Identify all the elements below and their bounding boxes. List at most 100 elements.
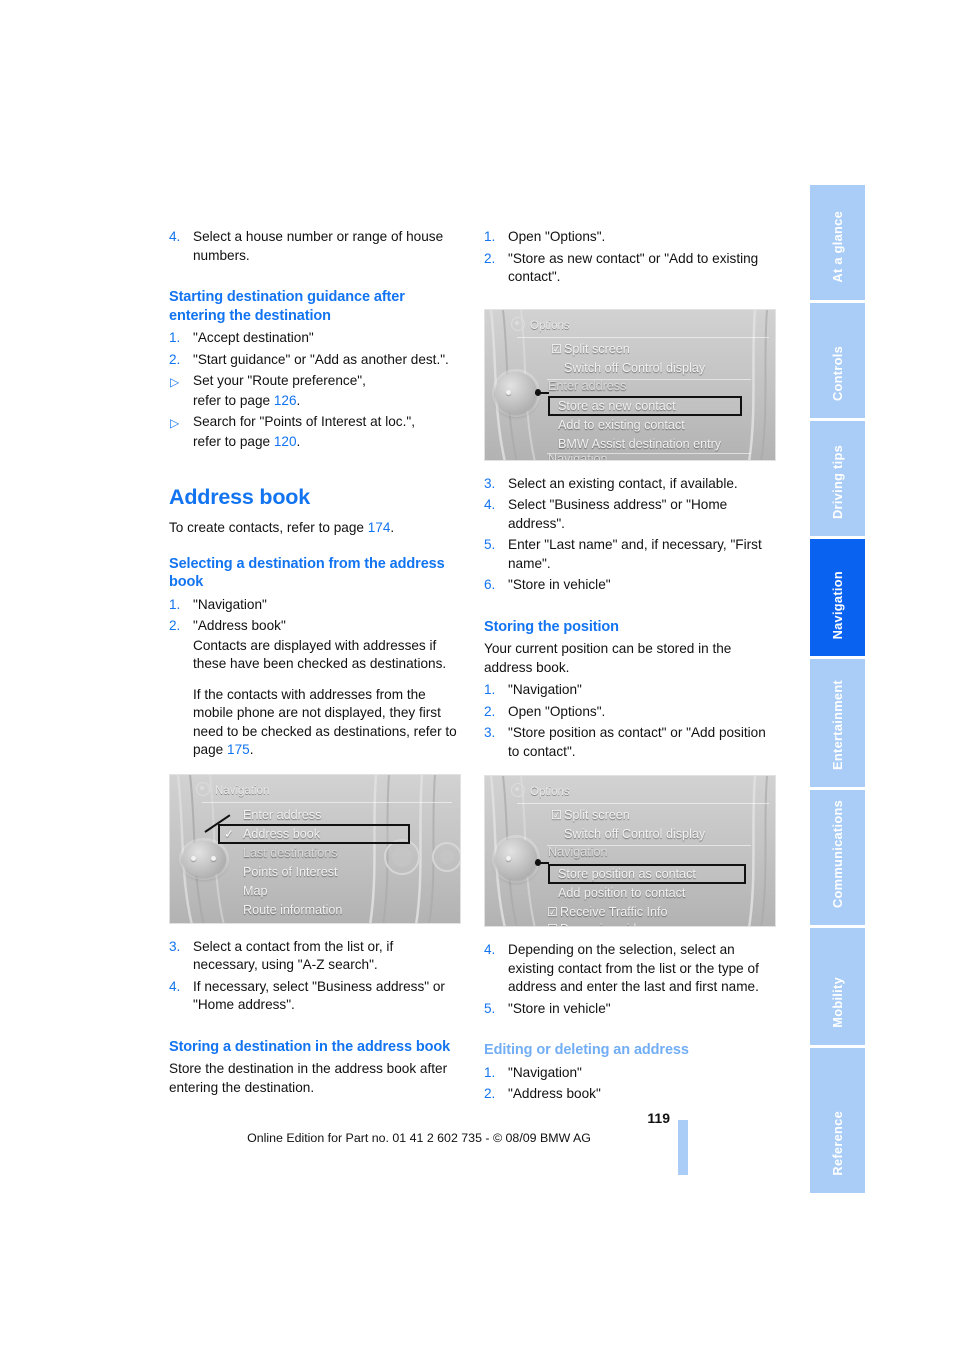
list-item-text: If necessary, select "Business address" …	[193, 978, 445, 1013]
list-item: 2. Open "Options".	[484, 703, 776, 722]
heading-selecting-destination: Selecting a destination from the address…	[169, 555, 445, 591]
tab-label-wrap: Driving tips	[810, 445, 865, 524]
menu-item-add-to-existing-contact[interactable]: Add to existing contact	[558, 417, 685, 434]
menu-item-enter-address[interactable]: Enter address	[243, 807, 321, 824]
menu-item-address-book[interactable]: Address book	[243, 826, 320, 843]
list-marker: 2.	[169, 618, 181, 633]
list-item: 2. "Start guidance" or "Add as another d…	[169, 351, 461, 370]
list-item-text: Select a house number or range of house …	[193, 229, 444, 263]
heading-editing-deleting-address: Editing or deleting an address	[484, 1042, 689, 1058]
list-item-text: Search for "Points of Interest at loc.",	[193, 414, 415, 429]
sidebar-tab-reference[interactable]: Reference	[810, 1048, 865, 1193]
tab-label-wrap: Controls	[810, 346, 865, 406]
tab-label-wrap: Communications	[810, 800, 865, 913]
menu-group-navigation: Navigation	[548, 845, 608, 859]
list-marker: 2.	[169, 351, 181, 367]
heading-storing-destination: Storing a destination in the address boo…	[169, 1038, 451, 1055]
list-item-text: "Navigation"	[508, 682, 582, 697]
screenshot-menu-list: Enter address ✓ Address book Last destin…	[170, 775, 460, 923]
menu-item-store-as-new-contact[interactable]: Store as new contact	[558, 398, 676, 415]
list-item-subtext: Contacts are displayed with addresses if…	[193, 637, 447, 672]
menu-item-points-of-interest[interactable]: Points of Interest	[243, 864, 338, 881]
sidebar-tab-communications[interactable]: Communications	[810, 790, 865, 925]
menu-item-split-screen[interactable]: Split screen	[564, 341, 630, 358]
left-column: 4. Select a house number or range of hou…	[169, 228, 461, 1101]
refer-text: refer to page	[193, 392, 274, 408]
list-marker: 2.	[484, 703, 496, 719]
menu-item-switch-off-control-display[interactable]: Switch off Control display	[564, 826, 705, 843]
sidebar-tab-controls[interactable]: Controls	[810, 303, 865, 418]
checkbox-checked-icon[interactable]: ☑	[547, 923, 558, 926]
page-title-address-book: Address book	[169, 485, 310, 509]
sidebar-tab-driving-tips[interactable]: Driving tips	[810, 421, 865, 536]
tab-label-wrap: Reference	[810, 1111, 865, 1181]
tab-label: Entertainment	[830, 680, 845, 770]
list-item: ▷ Search for "Points of Interest at loc.…	[169, 413, 461, 451]
sidebar-tab-navigation[interactable]: Navigation	[810, 539, 865, 656]
list-marker: 1.	[484, 682, 496, 697]
screenshot-options-menu-1: Options ☑ Split screen Switch off Contro…	[484, 308, 776, 461]
heading-starting-destination-guidance: Starting destination guidance after ente…	[169, 289, 405, 324]
tab-label-wrap: Navigation	[810, 571, 865, 644]
period: .	[296, 392, 301, 408]
list-item-text: "Start guidance" or "Add as another dest…	[193, 351, 449, 367]
list-item-subtext: refer to page 120.	[193, 433, 461, 452]
list-item: 4. Select "Business address" or "Home ad…	[484, 496, 776, 533]
list-item-text: Enter "Last name" and, if necessary, "Fi…	[508, 537, 762, 571]
list-marker: 5.	[484, 537, 496, 552]
list-item: 4. Depending on the selection, select an…	[484, 941, 776, 997]
tab-label: Reference	[830, 1111, 845, 1176]
tab-label-wrap: Mobility	[810, 977, 865, 1033]
screenshot-navigation-menu: Navigation Enter address ✓ Address book …	[169, 773, 461, 924]
checkbox-checked-icon[interactable]: ☑	[547, 906, 558, 918]
page-ref-174[interactable]: 174	[368, 520, 391, 535]
sidebar-tab-at-a-glance[interactable]: At a glance	[810, 185, 865, 300]
list-item-text: Select an existing contact, if available…	[508, 475, 738, 491]
list-marker: 4.	[484, 497, 496, 512]
list-item-text: Set your "Route preference",	[193, 373, 366, 388]
list-marker: 1.	[484, 1064, 496, 1080]
page-ref-126[interactable]: 126	[274, 393, 297, 408]
list-item: 2. "Store as new contact" or "Add to exi…	[484, 250, 776, 287]
sidebar-tab-entertainment[interactable]: Entertainment	[810, 659, 865, 787]
list-marker: 4.	[169, 229, 181, 244]
list-marker: 1.	[169, 596, 181, 612]
menu-item-receive-traffic-info[interactable]: Receive Traffic Info	[560, 904, 668, 921]
sidebar-tab-mobility[interactable]: Mobility	[810, 928, 865, 1045]
list-item: 5. Enter "Last name" and, if necessary, …	[484, 536, 776, 573]
list-item: 1. "Navigation"	[484, 1064, 776, 1083]
menu-item-store-position-as-contact[interactable]: Store position as contact	[558, 866, 696, 883]
checkbox-checked-icon[interactable]: ☑	[551, 343, 562, 355]
list-item-subtext: refer to page 126.	[193, 392, 461, 411]
menu-item-split-screen[interactable]: Split screen	[564, 807, 630, 824]
tab-label: At a glance	[830, 211, 845, 283]
page-ref-120[interactable]: 120	[274, 434, 297, 449]
page-ref-175[interactable]: 175	[227, 742, 250, 757]
list-item: 4. If necessary, select "Business addres…	[169, 978, 461, 1015]
list-item-text: "Navigation"	[193, 596, 267, 612]
list-item-text: "Address book"	[193, 618, 286, 633]
menu-item-dynamic-guidance[interactable]: Dynamic guidance	[560, 921, 664, 926]
menu-item-last-destinations[interactable]: Last destinations	[243, 845, 338, 862]
checkbox-checked-icon[interactable]: ☑	[551, 809, 562, 821]
list-marker: 3.	[484, 725, 496, 740]
list-item: 4. Select a house number or range of hou…	[169, 228, 461, 265]
list-item: 6. "Store in vehicle"	[484, 576, 776, 595]
screenshot-menu-list: ☑ Split screen Switch off Control displa…	[485, 776, 775, 926]
list-item-text: "Address book"	[508, 1086, 601, 1101]
menu-item-map[interactable]: Map	[243, 883, 268, 900]
menu-item-route-information[interactable]: Route information	[243, 902, 342, 919]
list-marker: 2.	[484, 1086, 496, 1101]
refer-text: refer to page	[193, 433, 274, 449]
menu-item-switch-off-control-display[interactable]: Switch off Control display	[564, 360, 705, 377]
triangle-bullet-icon: ▷	[170, 374, 180, 389]
heading-storing-the-position: Storing the position	[484, 618, 619, 635]
menu-item-add-position-to-contact[interactable]: Add position to contact	[558, 885, 685, 902]
page-marker-bar	[678, 1120, 688, 1175]
list-item-text: Select a contact from the list or, if ne…	[193, 938, 394, 973]
tab-label: Controls	[830, 345, 845, 401]
